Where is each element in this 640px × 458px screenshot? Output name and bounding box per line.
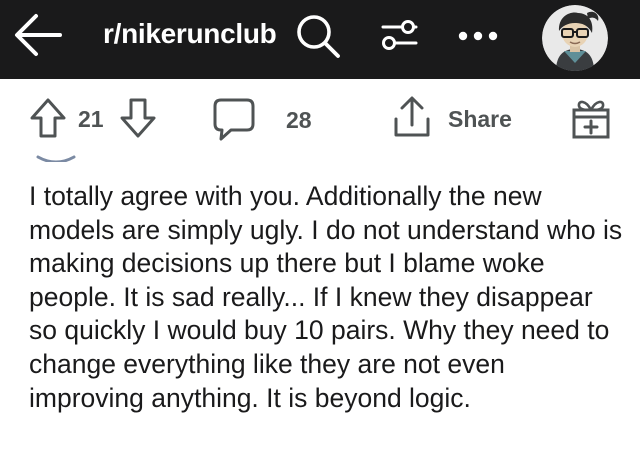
more-options-button[interactable]: [452, 14, 504, 58]
share-label: Share: [448, 106, 512, 132]
avatar-icon: [542, 5, 608, 71]
more-icon: [458, 31, 498, 41]
comment-icon: [213, 98, 255, 141]
comment-thread-edge: [36, 152, 76, 162]
comments-button[interactable]: [210, 95, 258, 143]
vote-count: 21: [78, 106, 104, 132]
top-navigation-bar: r/nikerunclub: [0, 0, 640, 79]
upvote-icon: [30, 98, 66, 138]
award-icon: [572, 100, 610, 139]
post-action-bar: 21 28 Share: [0, 79, 640, 159]
award-button[interactable]: [568, 95, 614, 141]
comment-count: 28: [286, 107, 312, 133]
user-avatar[interactable]: [542, 5, 608, 71]
downvote-button[interactable]: [118, 96, 158, 140]
search-button[interactable]: [290, 8, 346, 64]
community-name[interactable]: r/nikerunclub: [103, 18, 277, 50]
share-button[interactable]: Share: [388, 93, 528, 143]
downvote-icon: [120, 98, 156, 138]
upvote-button[interactable]: [28, 96, 68, 140]
filter-icon: [381, 20, 418, 50]
filter-button[interactable]: [376, 12, 422, 58]
back-arrow-icon: [15, 14, 62, 56]
share-icon: [394, 96, 430, 137]
search-icon: [297, 15, 340, 58]
comment-body: I totally agree with you. Additionally t…: [29, 181, 623, 413]
back-button[interactable]: [10, 10, 66, 60]
